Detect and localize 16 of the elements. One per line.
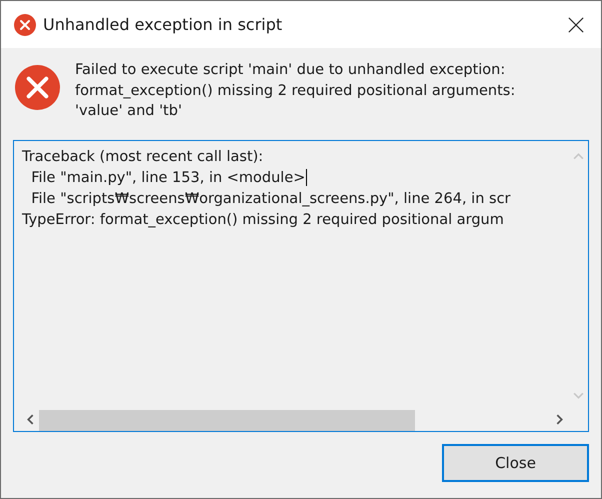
traceback-line: TypeError: format_exception() missing 2 required positional argum <box>22 212 504 228</box>
scroll-left-icon[interactable] <box>27 414 34 425</box>
close-button[interactable]: Close <box>442 444 589 482</box>
scroll-down-icon[interactable] <box>572 392 584 399</box>
traceback-line: File "scripts₩screens₩organizational_screens.py", line 264, in scr <box>30 190 510 206</box>
traceback-text-area[interactable] <box>13 140 589 432</box>
scroll-up-icon[interactable] <box>572 153 584 160</box>
traceback-line: File "main.py", line 153, in <module> <box>30 170 306 186</box>
error-icon <box>14 14 36 36</box>
window-title: Unhandled exception in script <box>43 15 284 34</box>
close-icon[interactable] <box>568 16 584 32</box>
error-icon <box>15 65 60 110</box>
error-message: Failed to execute script 'main' due to unhandled exception: format_exception() missing 2 required positional arguments: 'value' and 'tb' <box>75 61 516 121</box>
traceback-line: Traceback (most recent call last): <box>22 148 264 164</box>
scrollbar-thumb[interactable] <box>39 410 415 430</box>
scroll-right-icon[interactable] <box>556 414 563 425</box>
